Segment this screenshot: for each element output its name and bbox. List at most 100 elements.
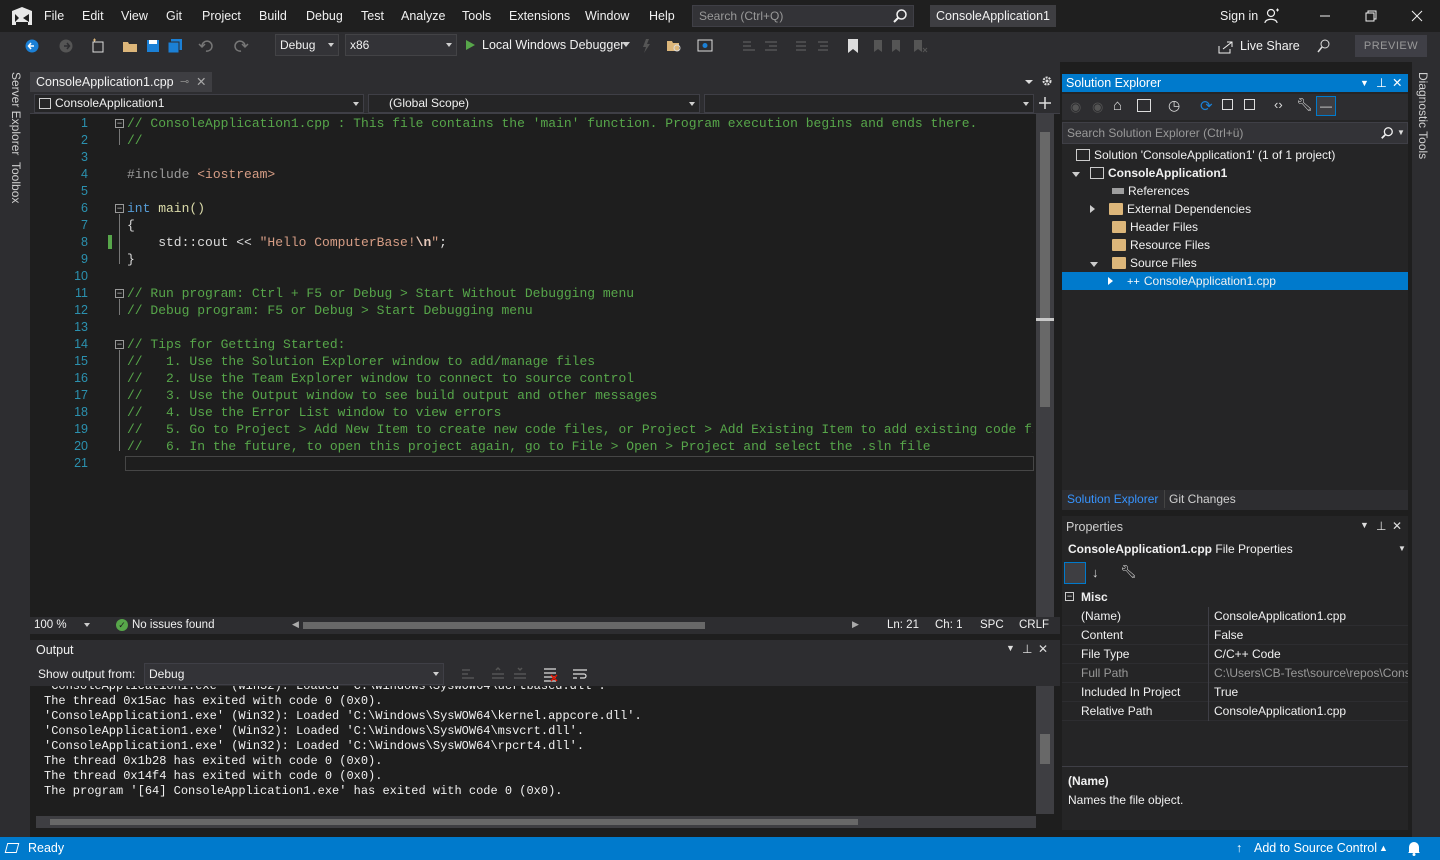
- source-control-up-icon[interactable]: ▲: [1379, 837, 1388, 860]
- user-icon[interactable]: [1264, 8, 1280, 24]
- tree-solution[interactable]: Solution 'ConsoleApplication1' (1 of 1 p…: [1076, 146, 1335, 164]
- search-icon[interactable]: [1380, 126, 1394, 140]
- minimize-icon[interactable]: [1302, 0, 1348, 32]
- fold-toggle[interactable]: −: [115, 119, 124, 128]
- step-into-icon[interactable]: [741, 38, 757, 54]
- output-text[interactable]: 'ConsoleApplication1.exe' (Win32): Loade…: [36, 686, 1036, 814]
- editor-horizontal-scroll-thumb[interactable]: [303, 622, 705, 629]
- property-row[interactable]: Full Path C:\Users\CB-Test\source\repos\C…: [1062, 664, 1408, 683]
- property-value[interactable]: C:\Users\CB-Test\source\repos\Cons: [1214, 664, 1408, 683]
- property-row[interactable]: File Type C/C++ Code: [1062, 645, 1408, 664]
- tree-source-files[interactable]: Source Files: [1090, 254, 1197, 272]
- pin-icon[interactable]: ⊸: [180, 72, 189, 92]
- search-input[interactable]: Search (Ctrl+Q): [692, 5, 914, 27]
- menu-file[interactable]: File: [44, 0, 64, 32]
- tree-selected-file[interactable]: ++ ConsoleApplication1.cpp: [1062, 272, 1408, 290]
- preview-selected-icon[interactable]: —: [1316, 96, 1336, 116]
- home-icon[interactable]: ⌂: [1113, 97, 1122, 114]
- project-scope-dropdown[interactable]: ConsoleApplication1: [34, 94, 364, 113]
- platform-dropdown[interactable]: x86: [345, 34, 457, 56]
- whitespace-mode[interactable]: SPC: [980, 619, 1004, 631]
- collapse-category-icon[interactable]: −: [1065, 592, 1074, 601]
- open-folder-icon[interactable]: [122, 38, 138, 54]
- show-all-files-icon[interactable]: [1244, 99, 1255, 110]
- issues-status[interactable]: No issues found: [132, 619, 214, 631]
- close-icon[interactable]: [1394, 0, 1440, 32]
- restore-icon[interactable]: [1348, 0, 1394, 32]
- split-icon[interactable]: [1038, 96, 1052, 110]
- save-icon[interactable]: [145, 38, 161, 54]
- server-explorer-tab[interactable]: Server Explorer: [9, 72, 23, 155]
- next-message-icon[interactable]: [512, 666, 528, 682]
- new-project-icon[interactable]: [90, 38, 106, 54]
- gear-icon[interactable]: [1041, 75, 1053, 87]
- fold-toggle[interactable]: −: [115, 340, 124, 349]
- property-value[interactable]: C/C++ Code: [1214, 645, 1408, 664]
- categorized-icon[interactable]: [1064, 562, 1086, 584]
- expand-arrow-icon[interactable]: [1090, 205, 1095, 213]
- browse-icon[interactable]: [666, 38, 682, 54]
- expand-arrow-icon[interactable]: [1108, 277, 1113, 285]
- menu-git[interactable]: Git: [166, 0, 182, 32]
- menu-edit[interactable]: Edit: [82, 0, 104, 32]
- property-row[interactable]: Included In Project True: [1062, 683, 1408, 702]
- menu-project[interactable]: Project: [202, 0, 241, 32]
- menu-test[interactable]: Test: [361, 0, 384, 32]
- menu-build[interactable]: Build: [259, 0, 287, 32]
- save-all-icon[interactable]: [167, 38, 183, 54]
- screenshot-icon[interactable]: [697, 38, 713, 54]
- find-message-icon[interactable]: [460, 666, 476, 682]
- menu-debug[interactable]: Debug: [306, 0, 343, 32]
- menu-view[interactable]: View: [121, 0, 148, 32]
- solution-search-input[interactable]: Search Solution Explorer (Ctrl+ü): [1062, 122, 1408, 144]
- clear-bookmarks-icon[interactable]: [912, 38, 928, 54]
- alphabetical-icon[interactable]: ↓: [1092, 565, 1099, 580]
- word-wrap-icon[interactable]: [572, 666, 588, 682]
- menu-tools[interactable]: Tools: [462, 0, 491, 32]
- props-pin-icon[interactable]: ⊥: [1376, 519, 1386, 533]
- view-code-icon[interactable]: ‹›: [1274, 97, 1283, 112]
- property-row[interactable]: Content False: [1062, 626, 1408, 645]
- property-value[interactable]: ConsoleApplication1.cpp: [1214, 702, 1408, 721]
- menu-window[interactable]: Window: [585, 0, 629, 32]
- wrench-icon[interactable]: 🔧︎: [1296, 97, 1313, 113]
- property-grid-divider[interactable]: [1208, 607, 1209, 721]
- chevron-down-icon[interactable]: [622, 42, 630, 48]
- menu-analyze[interactable]: Analyze: [401, 0, 445, 32]
- sync-icon[interactable]: ⟳: [1200, 97, 1213, 115]
- line-ending[interactable]: CRLF: [1019, 619, 1049, 631]
- se-back-icon[interactable]: ◉: [1070, 99, 1081, 115]
- configuration-dropdown[interactable]: Debug: [275, 34, 339, 56]
- live-share-button[interactable]: Live Share: [1218, 34, 1300, 58]
- undo-icon[interactable]: [198, 38, 214, 54]
- preview-badge[interactable]: PREVIEW: [1355, 35, 1427, 57]
- output-close-icon[interactable]: ✕: [1038, 642, 1048, 656]
- tab-list-icon[interactable]: [1024, 78, 1034, 86]
- output-horizontal-scrollbar[interactable]: [36, 816, 1036, 828]
- output-vertical-scrollbar[interactable]: [1036, 686, 1054, 814]
- tab-git-changes[interactable]: Git Changes: [1169, 490, 1236, 508]
- sign-in-link[interactable]: Sign in: [1220, 0, 1258, 32]
- cursor-column[interactable]: Ch: 1: [935, 619, 963, 631]
- back-icon[interactable]: [24, 38, 40, 54]
- redo-icon[interactable]: [233, 38, 249, 54]
- props-dropdown-icon[interactable]: ▼: [1360, 520, 1369, 530]
- prev-message-icon[interactable]: [490, 666, 506, 682]
- member-scope-dropdown[interactable]: (Global Scope): [368, 94, 700, 113]
- scroll-right-icon[interactable]: ▶: [852, 619, 859, 630]
- zoom-dropdown-icon[interactable]: [84, 623, 90, 627]
- clear-all-icon[interactable]: [542, 666, 558, 682]
- switch-views-icon[interactable]: [1137, 99, 1151, 112]
- step-over-icon[interactable]: [763, 38, 779, 54]
- property-row[interactable]: Relative Path ConsoleApplication1.cpp: [1062, 702, 1408, 721]
- output-scroll-thumb[interactable]: [1040, 734, 1050, 764]
- next-bookmark-icon[interactable]: [890, 38, 906, 54]
- feedback-icon[interactable]: [1316, 38, 1332, 54]
- pending-changes-icon[interactable]: ◷: [1168, 97, 1180, 114]
- scroll-left-icon[interactable]: ◀: [292, 619, 299, 630]
- function-scope-dropdown[interactable]: [704, 94, 1034, 113]
- editor-scroll-thumb[interactable]: [1040, 132, 1050, 407]
- output-hscroll-thumb[interactable]: [50, 819, 858, 825]
- category-misc[interactable]: − Misc: [1062, 588, 1408, 606]
- props-close-icon[interactable]: ✕: [1392, 519, 1402, 533]
